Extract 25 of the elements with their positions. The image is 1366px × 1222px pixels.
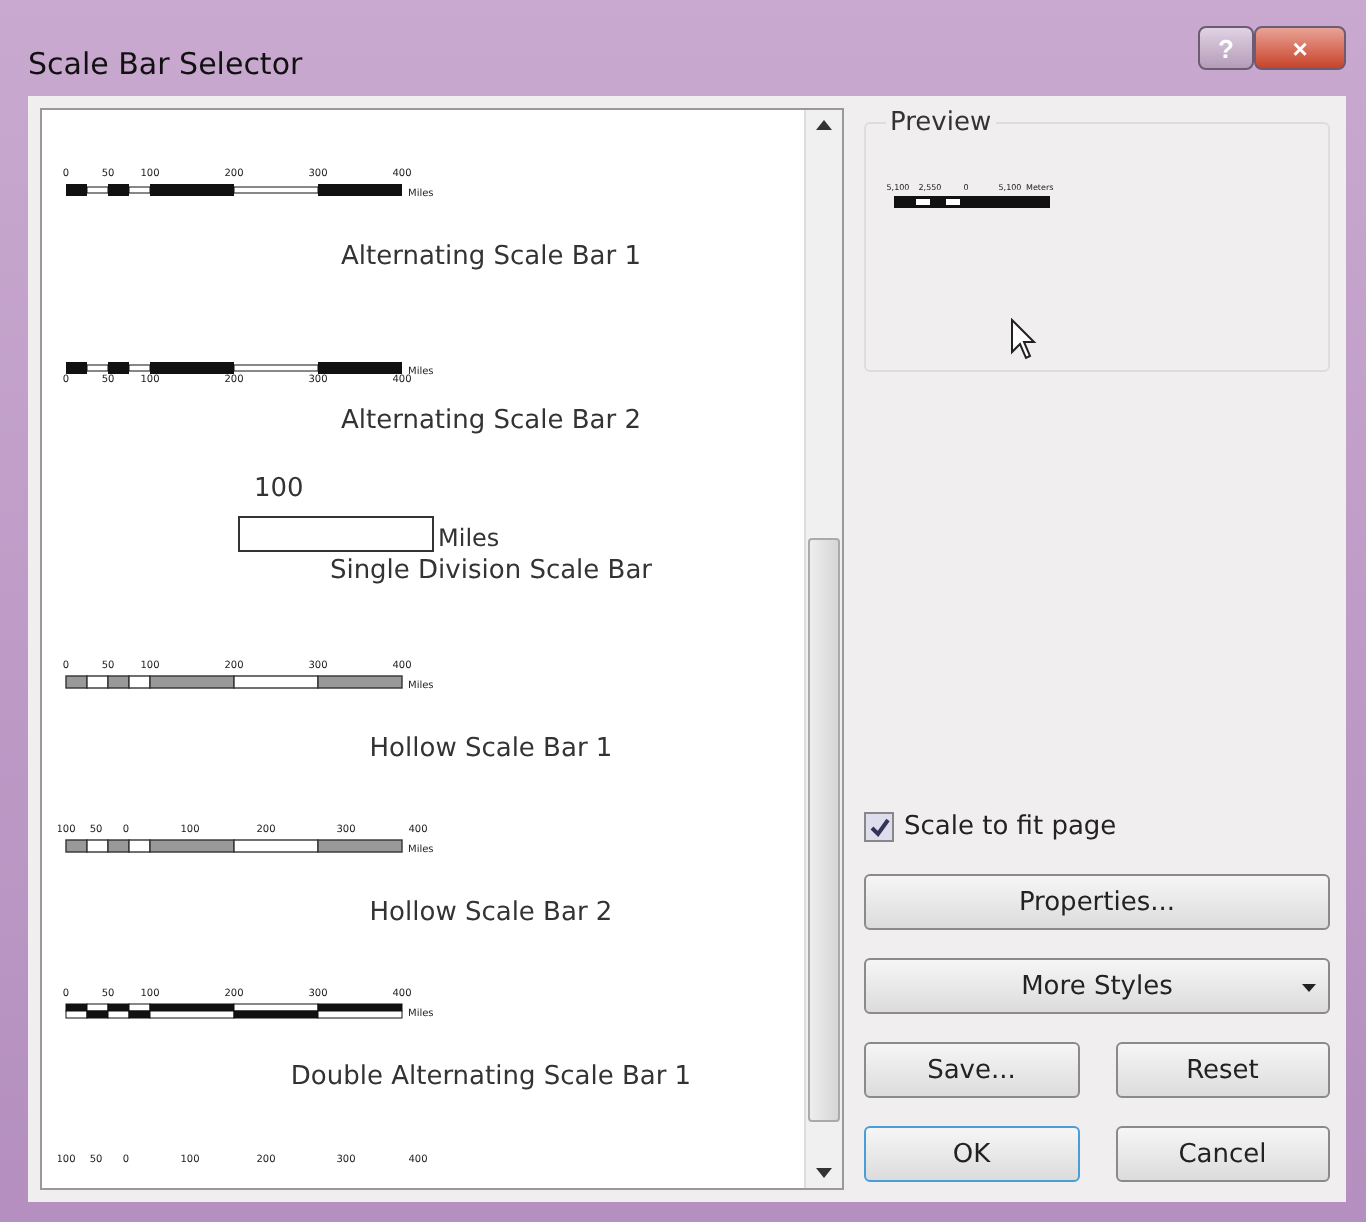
style-name[interactable]: Double Alternating Scale Bar 1 [290,1062,692,1092]
window-title: Scale Bar Selector [28,46,305,82]
style-name[interactable]: Alternating Scale Bar 2 [341,406,641,436]
cursor-icon [1010,318,1042,362]
check-icon [869,817,889,837]
scroll-thumb[interactable] [808,537,840,1121]
style-name[interactable]: Hollow Scale Bar 1 [369,734,613,764]
caret-icon [1302,984,1316,992]
unit-label: Miles [438,524,500,552]
scale-value: 100 [254,474,306,504]
dialog-button[interactable]: Reset [1115,1042,1330,1098]
scale-to-fit-checkbox[interactable]: Scale to fit page [864,812,1330,842]
style-name[interactable]: Single Division Scale Bar [329,556,653,586]
more-styles-dropdown[interactable]: More Styles [864,958,1330,1014]
dialog-button[interactable]: Save... [864,1042,1079,1098]
preview-title: Preview [888,108,994,138]
properties-button[interactable]: Properties... [864,874,1330,930]
style-name[interactable]: Alternating Scale Bar 1 [341,242,641,272]
dialog-button[interactable]: Cancel [1115,1126,1330,1182]
scroll-down-icon[interactable] [816,1168,832,1180]
scroll-up-icon[interactable] [816,118,832,130]
checkbox-label: Scale to fit page [904,812,1117,842]
ok-button[interactable]: OK [864,1126,1079,1182]
scrollbar[interactable] [804,110,842,1188]
style-name[interactable]: Hollow Scale Bar 2 [369,898,613,928]
